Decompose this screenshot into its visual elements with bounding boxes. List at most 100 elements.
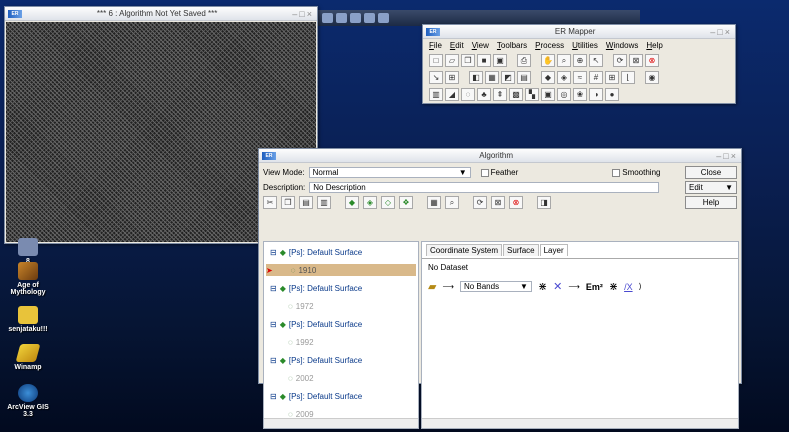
add-layer-icon[interactable]: ◆: [345, 196, 359, 209]
desktop-icon[interactable]: Winamp: [6, 344, 50, 371]
desktop-icon[interactable]: ArcView GIS 3.3: [6, 384, 50, 418]
collapse-icon[interactable]: ⊟: [270, 356, 277, 365]
save-as-icon[interactable]: ▣: [493, 54, 507, 67]
menu-toolbars[interactable]: Toolbars: [497, 41, 527, 50]
stop-icon[interactable]: ⊗: [509, 196, 523, 209]
zoom-box-icon[interactable]: ⊕: [573, 54, 587, 67]
new-icon[interactable]: □: [429, 54, 443, 67]
pan-icon[interactable]: ✋: [541, 54, 555, 67]
menu-help[interactable]: Help: [646, 41, 662, 50]
reset-icon[interactable]: ⊠: [491, 196, 505, 209]
launch-icon[interactable]: [364, 13, 375, 23]
open-dataset-icon[interactable]: ▰: [428, 280, 436, 293]
layer-node-selected[interactable]: ➤ ◌ 1910: [266, 264, 416, 276]
filter-icon[interactable]: ⋇: [538, 280, 547, 293]
paste-icon[interactable]: ▤: [299, 196, 313, 209]
stop-icon[interactable]: ⊗: [645, 54, 659, 67]
view-mode-select[interactable]: Normal ▼: [308, 167, 471, 178]
tool-icon[interactable]: ▚: [525, 88, 539, 101]
tool-icon[interactable]: ●: [605, 88, 619, 101]
tool-icon[interactable]: ▩: [509, 88, 523, 101]
tool-icon[interactable]: ◉: [645, 71, 659, 84]
collapse-icon[interactable]: ⊟: [270, 392, 277, 401]
surface-node[interactable]: ⊟ ◆ [Ps]: Default Surface: [270, 392, 362, 401]
algorithm-tree[interactable]: ⊟ ◆ [Ps]: Default Surface ➤ ◌ 1910 ⊟ ◆ [Ps]: D…: [263, 241, 419, 429]
help-button[interactable]: Help: [685, 196, 737, 209]
transform-icon[interactable]: ✕: [553, 280, 562, 293]
refresh-icon[interactable]: ⟳: [613, 54, 627, 67]
menu-edit[interactable]: Edit: [450, 41, 464, 50]
copy-icon[interactable]: ❐: [461, 54, 475, 67]
tool-icon[interactable]: ◎: [557, 88, 571, 101]
dataset-info-icon[interactable]: ⌕: [445, 196, 459, 209]
window-controls[interactable]: –□×: [710, 27, 732, 37]
launch-icon[interactable]: [378, 13, 389, 23]
tab-layer[interactable]: Layer: [539, 244, 568, 256]
close-button[interactable]: Close: [685, 166, 737, 179]
copy-icon[interactable]: ❐: [281, 196, 295, 209]
load-dataset-icon[interactable]: ▦: [427, 196, 441, 209]
bands-select[interactable]: No Bands ▼: [459, 281, 532, 292]
tool-icon[interactable]: ◢: [445, 88, 459, 101]
add-surface-icon[interactable]: ◈: [363, 196, 377, 209]
tool-icon[interactable]: ▤: [517, 71, 531, 84]
surface-node[interactable]: ⊟ ◆ [Ps]: Default Surface: [270, 248, 362, 257]
tool-icon[interactable]: ♣: [477, 88, 491, 101]
launch-icon[interactable]: [322, 13, 333, 23]
tool-icon[interactable]: ◌: [461, 88, 475, 101]
window-controls[interactable]: –□×: [716, 151, 738, 161]
tool-icon[interactable]: ◩: [501, 71, 515, 84]
tab-coordinate-system[interactable]: Coordinate System: [426, 244, 503, 256]
histogram-icon[interactable]: /X: [624, 282, 633, 292]
tree-horizontal-scrollbar[interactable]: [264, 418, 418, 428]
collapse-icon[interactable]: ⊟: [270, 248, 277, 257]
tool-icon[interactable]: ↘: [429, 71, 443, 84]
menu-file[interactable]: File: [429, 41, 442, 50]
desktop-icon[interactable]: 8: [6, 238, 50, 265]
surface-node[interactable]: ⊟ ◆ [Ps]: Default Surface: [270, 284, 362, 293]
refresh-icon[interactable]: ⟳: [473, 196, 487, 209]
tool-icon[interactable]: ▦: [485, 71, 499, 84]
tool-icon[interactable]: ⌊: [621, 71, 635, 84]
print-icon[interactable]: ⎙: [517, 54, 531, 67]
unsaved-window-titlebar[interactable]: ER *** 6 : Algorithm Not Yet Saved *** –…: [5, 7, 317, 21]
feather-checkbox[interactable]: Feather: [480, 168, 518, 177]
properties-icon[interactable]: ◨: [537, 196, 551, 209]
tool-icon[interactable]: ◑: [589, 88, 603, 101]
description-field[interactable]: No Description: [309, 182, 660, 193]
filter-icon[interactable]: ⋇: [609, 280, 618, 293]
tool-icon[interactable]: ◆: [541, 71, 555, 84]
tool-icon[interactable]: ▥: [429, 88, 443, 101]
surface-node[interactable]: ⊟ ◆ [Ps]: Default Surface: [270, 356, 362, 365]
tool-icon[interactable]: ≈: [573, 71, 587, 84]
move-layer-icon[interactable]: ◇: [381, 196, 395, 209]
desktop-icon[interactable]: senjataku!!!: [6, 306, 50, 333]
tab-surface[interactable]: Surface: [503, 244, 539, 256]
algorithm-titlebar[interactable]: ER Algorithm –□×: [259, 149, 741, 163]
tool-icon[interactable]: ❀: [573, 88, 587, 101]
collapse-icon[interactable]: ⊟: [270, 284, 277, 293]
menu-process[interactable]: Process: [535, 41, 564, 50]
window-controls[interactable]: –□×: [292, 9, 314, 19]
menu-utilities[interactable]: Utilities: [572, 41, 598, 50]
menu-windows[interactable]: Windows: [606, 41, 638, 50]
cut-icon[interactable]: ✂: [263, 196, 277, 209]
surface-node[interactable]: ⊟ ◆ [Ps]: Default Surface: [270, 320, 362, 329]
desktop-icon[interactable]: Age of Mythology: [6, 262, 50, 296]
layer-options-icon[interactable]: ❖: [399, 196, 413, 209]
launch-icon[interactable]: [350, 13, 361, 23]
collapse-icon[interactable]: ⊟: [270, 320, 277, 329]
tool-icon[interactable]: ⇞: [493, 88, 507, 101]
launch-icon[interactable]: [336, 13, 347, 23]
panel-horizontal-scrollbar[interactable]: [422, 418, 738, 428]
layer-node[interactable]: ◌ 1972: [288, 302, 314, 311]
open-icon[interactable]: ▱: [445, 54, 459, 67]
tool-icon[interactable]: #: [589, 71, 603, 84]
tool-icon[interactable]: ◧: [469, 71, 483, 84]
layer-node[interactable]: ◌ 2002: [288, 374, 314, 383]
formula-icon[interactable]: Em²: [586, 282, 603, 292]
tool-icon[interactable]: ⊞: [605, 71, 619, 84]
smoothing-checkbox[interactable]: Smoothing: [612, 168, 660, 177]
reset-icon[interactable]: ⊠: [629, 54, 643, 67]
tool-icon[interactable]: ◈: [557, 71, 571, 84]
